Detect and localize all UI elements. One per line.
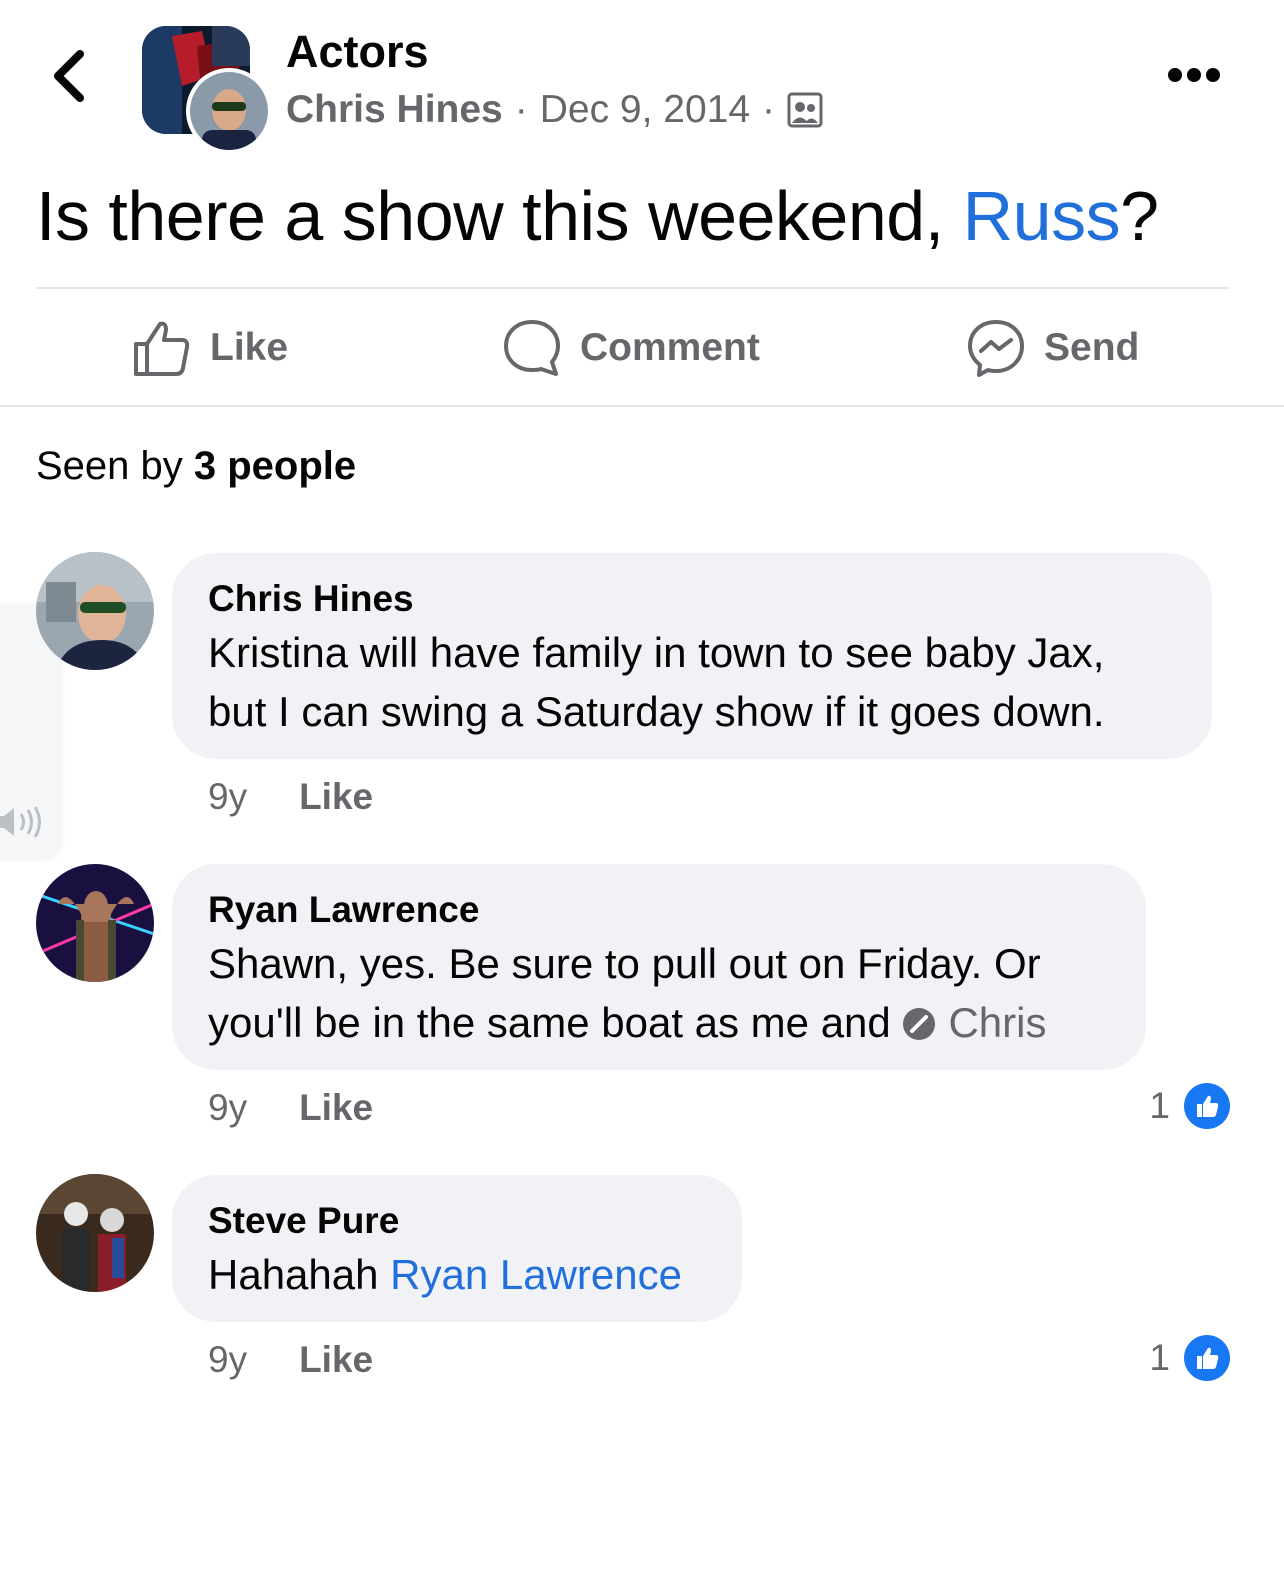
- back-button[interactable]: [44, 44, 96, 108]
- comment-meta: 9y Like: [208, 776, 373, 818]
- comment-age: 9y: [208, 1339, 248, 1380]
- reaction-count: 1: [1149, 1085, 1170, 1126]
- post-author[interactable]: Chris Hines: [286, 88, 503, 132]
- comment-like-button[interactable]: Like: [299, 1339, 373, 1381]
- comment-text: you'll be in the same boat as me and: [208, 999, 903, 1046]
- comment-text-line: Hahahah Ryan Lawrence: [208, 1245, 706, 1304]
- comment-author[interactable]: Chris Hines: [208, 575, 1176, 623]
- comment-button[interactable]: Comment: [502, 310, 760, 386]
- comment-label: Comment: [580, 326, 760, 369]
- like-label: Like: [210, 326, 289, 369]
- comment-text-line-with-tag: you'll be in the same boat as me and Chr…: [208, 993, 1110, 1052]
- post-mention-link[interactable]: Russ: [963, 177, 1121, 255]
- thumbs-up-icon: [134, 321, 190, 376]
- post-text: Is there a show this weekend, Russ?: [36, 176, 1159, 256]
- author-avatar-small[interactable]: [186, 68, 272, 154]
- messenger-icon: [968, 320, 1024, 377]
- comment-text: Hahahah: [208, 1251, 391, 1298]
- comment-avatar-steve-pure[interactable]: [36, 1174, 154, 1292]
- post-date[interactable]: Dec 9, 2014: [540, 88, 750, 132]
- like-reaction-icon: [1184, 1335, 1230, 1381]
- post-meta: Chris Hines · Dec 9, 2014 ·: [286, 88, 823, 132]
- members-privacy-icon: [787, 92, 823, 128]
- comment-bubble: Chris Hines Kristina will have family in…: [172, 553, 1212, 759]
- comment-meta: 9y Like: [208, 1339, 373, 1381]
- more-options-icon: [1168, 68, 1220, 82]
- like-button[interactable]: Like: [132, 310, 288, 386]
- comment-text-line: Kristina will have family in town to see…: [208, 629, 1105, 676]
- comment-author[interactable]: Ryan Lawrence: [208, 886, 1110, 934]
- tag-badge-icon: [903, 1008, 936, 1040]
- comment-author[interactable]: Steve Pure: [208, 1197, 706, 1245]
- seen-by-count: 3 people: [193, 444, 357, 488]
- comment-reactions[interactable]: 1: [1149, 1335, 1230, 1381]
- comment-like-button[interactable]: Like: [299, 776, 373, 818]
- divider: [0, 405, 1284, 407]
- post-text-main: Is there a show this weekend,: [36, 177, 963, 255]
- speaker-icon[interactable]: [0, 804, 50, 840]
- post-text-end: ?: [1120, 177, 1159, 255]
- like-reaction-icon: [1184, 1083, 1230, 1129]
- comment-like-button[interactable]: Like: [299, 1087, 373, 1129]
- reaction-count: 1: [1149, 1337, 1170, 1378]
- comment-reactions[interactable]: 1: [1149, 1083, 1230, 1129]
- seen-by[interactable]: Seen by 3 people: [36, 444, 356, 489]
- comment-tagged-name[interactable]: Chris: [948, 999, 1046, 1046]
- divider: [36, 287, 1229, 289]
- meta-separator-2: ·: [762, 88, 776, 131]
- more-options-button[interactable]: [1166, 60, 1222, 90]
- comment-bubble: Ryan Lawrence Shawn, yes. Be sure to pul…: [172, 864, 1146, 1070]
- meta-separator: ·: [514, 88, 528, 131]
- seen-by-prefix: Seen by: [36, 444, 194, 488]
- send-label: Send: [1044, 326, 1140, 369]
- comment-meta: 9y Like: [208, 1087, 373, 1129]
- comment-age: 9y: [208, 776, 248, 817]
- comment-bubble-icon: [504, 320, 560, 376]
- back-chevron-icon: [54, 50, 84, 102]
- comment-avatar-ryan-lawrence[interactable]: [36, 864, 154, 982]
- comment-bubble: Steve Pure Hahahah Ryan Lawrence: [172, 1175, 742, 1322]
- group-name[interactable]: Actors: [286, 26, 429, 78]
- comment-text-line: Shawn, yes. Be sure to pull out on Frida…: [208, 940, 1041, 987]
- comment-age: 9y: [208, 1087, 248, 1128]
- comment-text-line: but I can swing a Saturday show if it go…: [208, 688, 1105, 735]
- send-button[interactable]: Send: [966, 310, 1139, 386]
- comment-mention-link[interactable]: Ryan Lawrence: [390, 1251, 682, 1298]
- comment-avatar-chris-hines[interactable]: [36, 552, 154, 670]
